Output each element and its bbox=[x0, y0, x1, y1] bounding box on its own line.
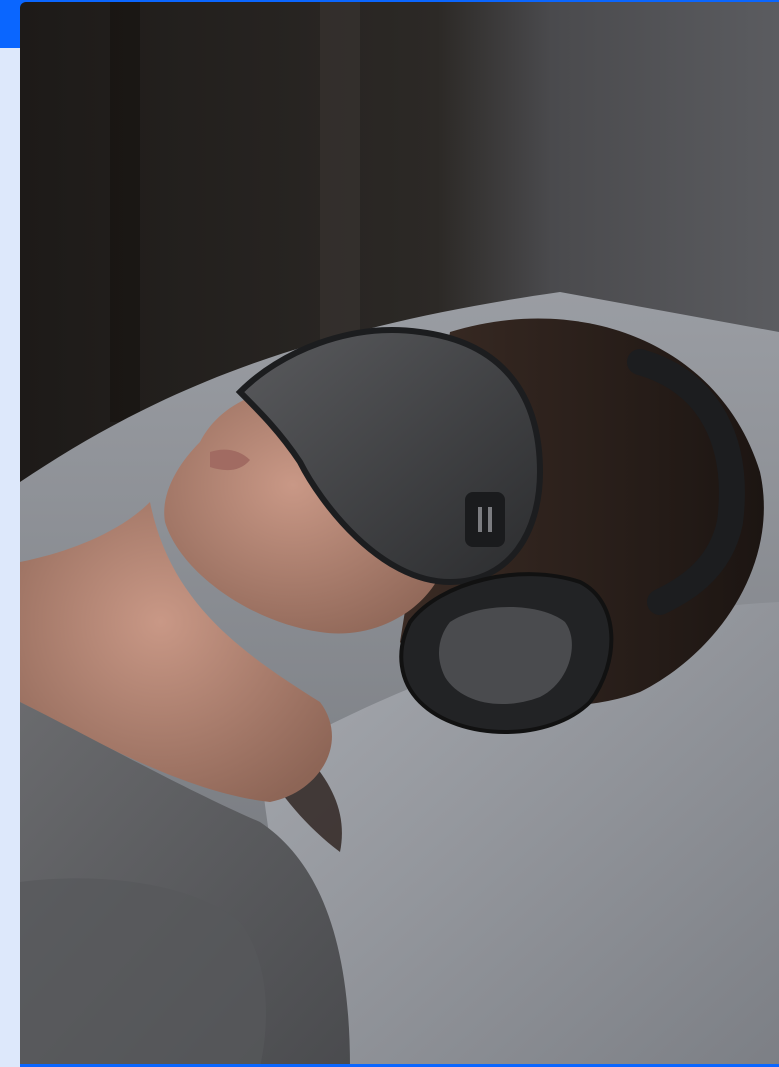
left-margin-strip bbox=[0, 0, 20, 1067]
sleeping-person-illustration bbox=[20, 2, 779, 1067]
hero-photo bbox=[20, 2, 779, 1067]
hero-image-card bbox=[0, 0, 779, 1067]
